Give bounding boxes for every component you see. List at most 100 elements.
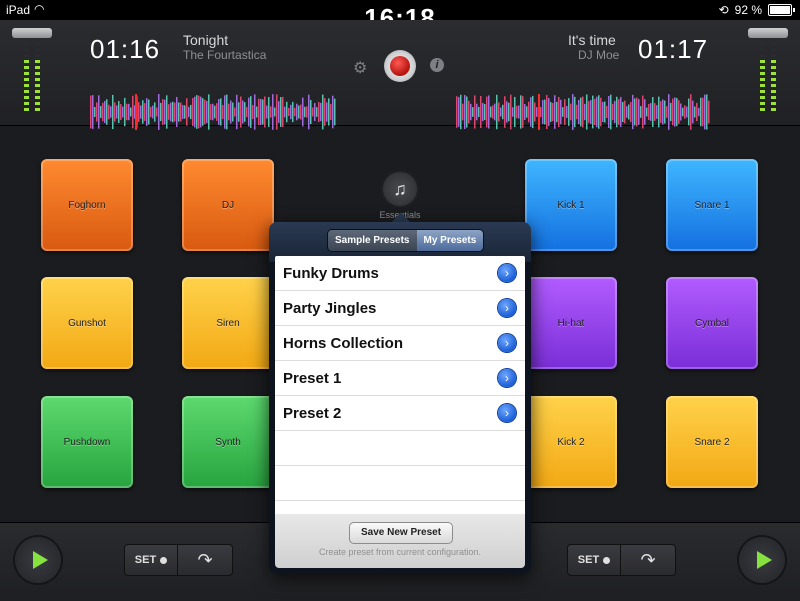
right-deck-time: 01:17 — [638, 34, 709, 64]
disclosure-arrow-icon[interactable]: › — [498, 334, 516, 352]
disclosure-arrow-icon[interactable]: › — [498, 404, 516, 422]
pad-hi-hat[interactable]: Hi-hat — [525, 277, 617, 369]
vu-segment — [24, 42, 29, 45]
waveform-bar — [228, 103, 230, 121]
vu-segment — [760, 54, 765, 57]
waveform-bar — [240, 96, 242, 128]
right-set-cue-button[interactable]: SET — [568, 545, 621, 575]
waveform-bar — [96, 102, 98, 122]
pad-label: Snare 1 — [694, 199, 730, 211]
pad-label: Kick 2 — [557, 436, 585, 448]
right-waveform[interactable] — [456, 92, 710, 132]
pad-gunshot[interactable]: Gunshot — [41, 277, 133, 369]
waveform-bar — [132, 95, 134, 129]
waveform-bar — [562, 107, 564, 117]
waveform-bar — [520, 95, 522, 129]
tab-my-presets[interactable]: My Presets — [416, 230, 484, 251]
waveform-bar — [630, 101, 632, 123]
waveform-bar — [262, 99, 264, 125]
list-item[interactable]: Party Jingles › — [275, 291, 525, 326]
left-jump-cue-button[interactable]: ↷ — [178, 545, 232, 575]
waveform-bar — [118, 101, 120, 123]
waveform-bar — [160, 102, 162, 122]
disclosure-arrow-icon[interactable]: › — [498, 369, 516, 387]
waveform-bar — [124, 97, 126, 127]
vu-segment — [24, 78, 29, 81]
right-vu-meter[interactable] — [746, 28, 790, 120]
waveform-bar — [162, 99, 164, 125]
waveform-bar — [524, 104, 526, 120]
right-play-button[interactable] — [739, 537, 785, 583]
waveform-bar — [652, 97, 654, 127]
waveform-bar — [326, 102, 328, 122]
waveform-bar — [272, 94, 274, 130]
save-new-preset-button[interactable]: Save New Preset — [349, 522, 453, 544]
left-vu-meter[interactable] — [10, 28, 54, 120]
left-play-button[interactable] — [15, 537, 61, 583]
jump-arrow-icon: ↷ — [197, 549, 213, 570]
waveform-bar — [174, 102, 176, 122]
pad-cymbal[interactable]: Cymbal — [666, 277, 758, 369]
list-item[interactable]: Preset 2 › — [275, 396, 525, 431]
pad-snare-1[interactable]: Snare 1 — [666, 159, 758, 251]
playhead-marker[interactable] — [135, 94, 137, 130]
disclosure-arrow-icon[interactable]: › — [498, 264, 516, 282]
waveform-bar — [214, 105, 216, 119]
left-crossfader-cap[interactable] — [12, 28, 52, 38]
waveform-bar — [242, 100, 244, 124]
pad-kick-1[interactable]: Kick 1 — [525, 159, 617, 251]
pad-foghorn[interactable]: Foghorn — [41, 159, 133, 251]
record-button[interactable] — [384, 50, 416, 82]
waveform-bar — [480, 95, 482, 129]
pad-siren[interactable]: Siren — [182, 277, 274, 369]
waveform-bar — [514, 96, 516, 128]
vu-segment — [760, 48, 765, 51]
sample-pack-button[interactable]: ♫ — [383, 172, 417, 206]
list-item[interactable]: Preset 1 › — [275, 361, 525, 396]
right-crossfader-cap[interactable] — [748, 28, 788, 38]
pad-kick-2[interactable]: Kick 2 — [525, 396, 617, 488]
save-hint: Create preset from current configuration… — [318, 547, 482, 557]
waveform-bar — [708, 100, 710, 124]
tab-sample-presets[interactable]: Sample Presets — [328, 230, 417, 251]
pad-label: Gunshot — [68, 317, 106, 329]
vu-segment — [771, 54, 776, 57]
waveform-bar — [618, 99, 620, 125]
waveform-bar — [484, 103, 486, 121]
waveform-bar — [198, 95, 200, 129]
waveform-bar — [506, 101, 508, 123]
waveform-bar — [246, 106, 248, 118]
disclosure-arrow-icon[interactable]: › — [498, 299, 516, 317]
list-item[interactable]: Funky Drums › — [275, 256, 525, 291]
pad-dj[interactable]: DJ — [182, 159, 274, 251]
preset-tabs: Sample Presets My Presets — [327, 229, 485, 252]
pad-pushdown[interactable]: Pushdown — [41, 396, 133, 488]
waveform-bar — [90, 95, 92, 129]
waveform-bar — [218, 99, 220, 125]
right-jump-cue-button[interactable]: ↷ — [621, 545, 675, 575]
left-waveform[interactable] — [90, 92, 336, 132]
waveform-bar — [182, 105, 184, 119]
waveform-bar — [590, 100, 592, 124]
settings-gear-icon[interactable]: ⚙ — [353, 58, 367, 78]
waveform-bar — [230, 100, 232, 124]
pad-snare-2[interactable]: Snare 2 — [666, 396, 758, 488]
waveform-bar — [156, 107, 158, 117]
vu-segment — [24, 60, 29, 63]
waveform-bar — [324, 98, 326, 126]
pad-synth[interactable]: Synth — [182, 396, 274, 488]
waveform-bar — [518, 105, 520, 119]
waveform-bar — [194, 96, 196, 128]
info-icon[interactable]: i — [430, 58, 444, 72]
list-item[interactable]: Horns Collection › — [275, 326, 525, 361]
waveform-bar — [548, 97, 550, 127]
waveform-bar — [460, 94, 462, 130]
left-track-artist: The Fourtastica — [183, 48, 267, 62]
vu-segment — [35, 48, 40, 51]
left-set-cue-button[interactable]: SET — [125, 545, 178, 575]
waveform-bar — [614, 100, 616, 124]
waveform-bar — [320, 102, 322, 122]
playhead-marker[interactable] — [538, 94, 540, 130]
status-right: ⟲ 92 % — [719, 3, 795, 17]
waveform-bar — [700, 97, 702, 127]
